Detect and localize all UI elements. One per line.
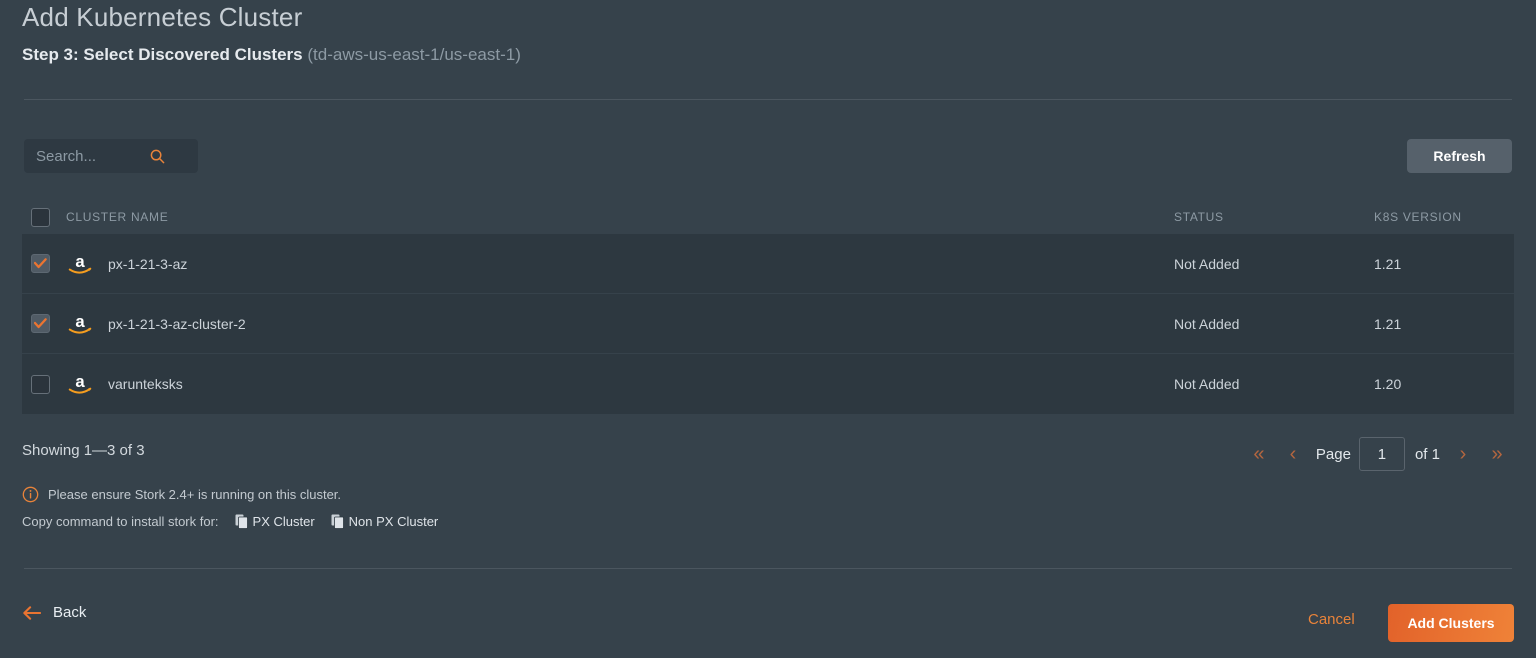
cluster-version-label: 1.21 [1374,255,1402,272]
arrow-left-icon [23,605,41,620]
table-row[interactable]: a px-1-21-3-az-cluster-2 Not Added 1.21 [22,294,1514,354]
cluster-name-label: px-1-21-3-az [108,255,188,272]
cluster-name-cell: a px-1-21-3-az [66,251,1174,277]
row-select-cell[interactable] [22,374,66,394]
refresh-button[interactable]: Refresh [1407,139,1512,173]
copy-icon [235,514,248,529]
cluster-status-label: Not Added [1174,376,1240,392]
select-all-cell[interactable] [22,207,66,227]
back-button[interactable]: Back [22,604,86,621]
next-page-button[interactable]: › [1446,438,1480,470]
copy-px-cluster-link[interactable]: PX Cluster [235,514,315,529]
table-row[interactable]: a varunteksks Not Added 1.20 [22,354,1514,414]
aws-logo-icon: a [68,311,92,334]
add-kubernetes-cluster-page: Add Kubernetes Cluster Step 3: Select Di… [0,0,1536,658]
search-box[interactable] [24,139,198,173]
cancel-button[interactable]: Cancel [1302,610,1361,629]
page-title: Add Kubernetes Cluster [22,2,303,32]
svg-text:a: a [75,311,85,330]
copy-icon [331,514,344,529]
back-label: Back [53,604,87,621]
clusters-table: CLUSTER NAME STATUS K8S VERSION a px-1-2 [22,200,1514,414]
copy-non-px-cluster-label: Non PX Cluster [348,514,439,529]
add-clusters-button[interactable]: Add Clusters [1388,604,1514,642]
stork-note: Please ensure Stork 2.4+ is running on t… [22,486,341,503]
cluster-name-cell: a varunteksks [66,371,1174,397]
page-label: Page [1315,445,1351,463]
row-checkbox[interactable] [31,254,50,273]
cluster-status-label: Not Added [1174,315,1240,332]
showing-count-label: Showing 1—3 of 3 [22,442,145,459]
total-pages-label: of 1 [1414,445,1440,463]
first-page-button[interactable]: « [1242,438,1276,470]
cluster-status-label: Not Added [1174,255,1240,272]
table-row[interactable]: a px-1-21-3-az Not Added 1.21 [22,234,1514,294]
svg-text:a: a [75,251,85,270]
search-icon[interactable] [146,145,168,167]
copy-command-prefix: Copy command to install stork for: [22,514,219,529]
cluster-name-cell: a px-1-21-3-az-cluster-2 [66,311,1174,337]
cloud-context-label: (td-aws-us-east-1/us-east-1) [307,45,521,64]
table-header-row: CLUSTER NAME STATUS K8S VERSION [22,200,1514,234]
prev-page-button[interactable]: ‹ [1276,438,1310,470]
column-header-k8s-version[interactable]: K8S VERSION [1374,210,1514,224]
row-checkbox[interactable] [31,314,50,333]
last-page-button[interactable]: » [1480,438,1514,470]
column-header-status[interactable]: STATUS [1174,210,1374,224]
select-all-checkbox[interactable] [31,207,50,227]
cluster-version-label: 1.20 [1374,376,1402,392]
page-subtitle: Step 3: Select Discovered Clusters (td-a… [22,45,521,65]
cluster-name-label: px-1-21-3-az-cluster-2 [108,315,246,332]
row-select-cell[interactable] [22,314,66,333]
search-input[interactable] [24,140,144,172]
copy-px-cluster-label: PX Cluster [252,514,315,529]
column-header-cluster-name[interactable]: CLUSTER NAME [66,210,1174,224]
step-label: Step 3: Select Discovered Clusters [22,45,303,64]
aws-logo-icon: a [68,251,92,274]
header-divider [24,99,1512,100]
pagination: « ‹ Page of 1 › » [1242,437,1514,471]
aws-logo-icon: a [68,372,92,394]
svg-text:a: a [75,372,85,391]
footer-divider [24,568,1512,569]
info-circle-icon [22,486,39,503]
cluster-version-label: 1.21 [1374,315,1402,332]
row-select-cell[interactable] [22,254,66,273]
cluster-name-label: varunteksks [108,376,183,392]
page-number-input[interactable] [1358,437,1405,471]
copy-command-note: Copy command to install stork for: PX Cl… [22,514,438,529]
copy-non-px-cluster-link[interactable]: Non PX Cluster [331,514,439,529]
row-checkbox[interactable] [31,374,50,394]
stork-note-text: Please ensure Stork 2.4+ is running on t… [48,487,342,502]
